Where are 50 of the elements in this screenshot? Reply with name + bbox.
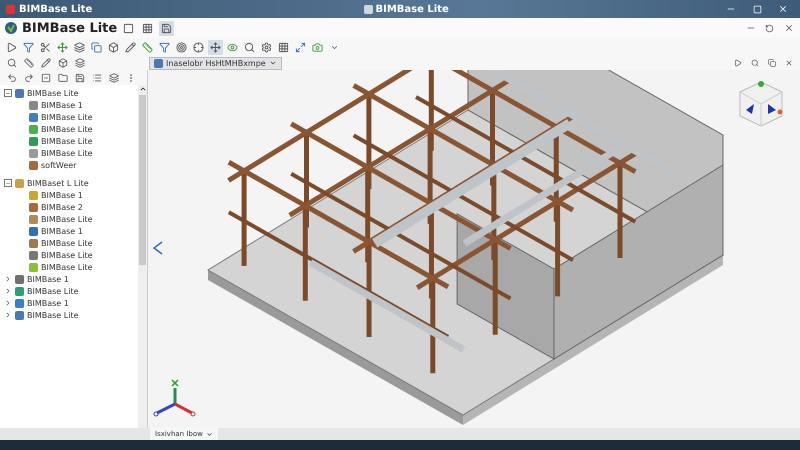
- tree-item[interactable]: BIMBase 1: [41, 226, 83, 236]
- toolbar-icon[interactable]: [106, 40, 121, 54]
- document-icon: [364, 4, 372, 14]
- toolbar-icon[interactable]: [140, 40, 155, 54]
- restore-icon: [765, 24, 774, 32]
- app-icon: [6, 4, 15, 14]
- collapse-toggle[interactable]: [4, 89, 12, 97]
- tree-item[interactable]: BIMBase Lite: [27, 88, 79, 98]
- close-icon: [778, 4, 788, 14]
- document-dropdown[interactable]: Inaselobr HsHtMHBxmpe: [149, 56, 282, 70]
- logo-icon: [4, 21, 18, 35]
- caret-icon: [206, 430, 213, 438]
- save-icon[interactable]: [159, 20, 174, 36]
- scroll-up-icon[interactable]: [138, 85, 146, 93]
- toolbar-icon[interactable]: [208, 40, 223, 54]
- close-icon: [784, 23, 794, 33]
- tree-item[interactable]: BIMBase Lite: [41, 262, 93, 272]
- toolbar-icon[interactable]: [72, 40, 87, 54]
- toolbar-icon[interactable]: [123, 40, 138, 54]
- app-title: BIMBase Lite: [22, 20, 118, 36]
- collapse-toggle[interactable]: [4, 179, 12, 187]
- window-title: BIMBase Lite: [376, 4, 449, 14]
- scroll-thumb[interactable]: [139, 95, 146, 265]
- tree-item[interactable]: BIMBase 1: [27, 298, 69, 308]
- toolbar-icon[interactable]: [259, 40, 274, 54]
- caret-icon: [268, 59, 277, 67]
- tree-item[interactable]: BIMBase 1: [41, 190, 83, 200]
- toolbar-icon[interactable]: [191, 40, 206, 54]
- tree-item[interactable]: BIMBase Lite: [41, 148, 93, 158]
- scrollbar[interactable]: [138, 85, 147, 428]
- tree-item[interactable]: BIMBase Lite: [41, 250, 93, 260]
- tree-item[interactable]: BIMBase Lite: [41, 124, 93, 134]
- toolbar-icon[interactable]: [174, 40, 189, 54]
- close-icon: [784, 59, 792, 67]
- toolbar-icon[interactable]: [89, 40, 104, 54]
- toolbar-icon[interactable]: [55, 40, 70, 54]
- tree-item[interactable]: BIMBase Lite: [41, 112, 93, 122]
- tree-item[interactable]: BIMBase 1: [27, 274, 69, 284]
- restore-icon: [752, 4, 762, 14]
- tree-item[interactable]: BIMBase Lite: [27, 286, 79, 296]
- tree-item[interactable]: BIMBaset L Lite: [27, 178, 89, 188]
- tree-item[interactable]: BIMBase 2: [41, 202, 83, 212]
- tree-item[interactable]: softWeer: [41, 160, 76, 170]
- tree-item[interactable]: BIMBase Lite: [41, 136, 93, 146]
- document-icon: [154, 58, 163, 68]
- tree-item[interactable]: BIMBase Lite: [41, 238, 93, 248]
- window-title: BIMBase Lite: [19, 4, 92, 14]
- tree-item[interactable]: BIMBase Lite: [27, 310, 79, 320]
- tree-item[interactable]: BIMBase 1: [41, 100, 83, 110]
- tree-item[interactable]: BIMBase Lite: [41, 214, 93, 224]
